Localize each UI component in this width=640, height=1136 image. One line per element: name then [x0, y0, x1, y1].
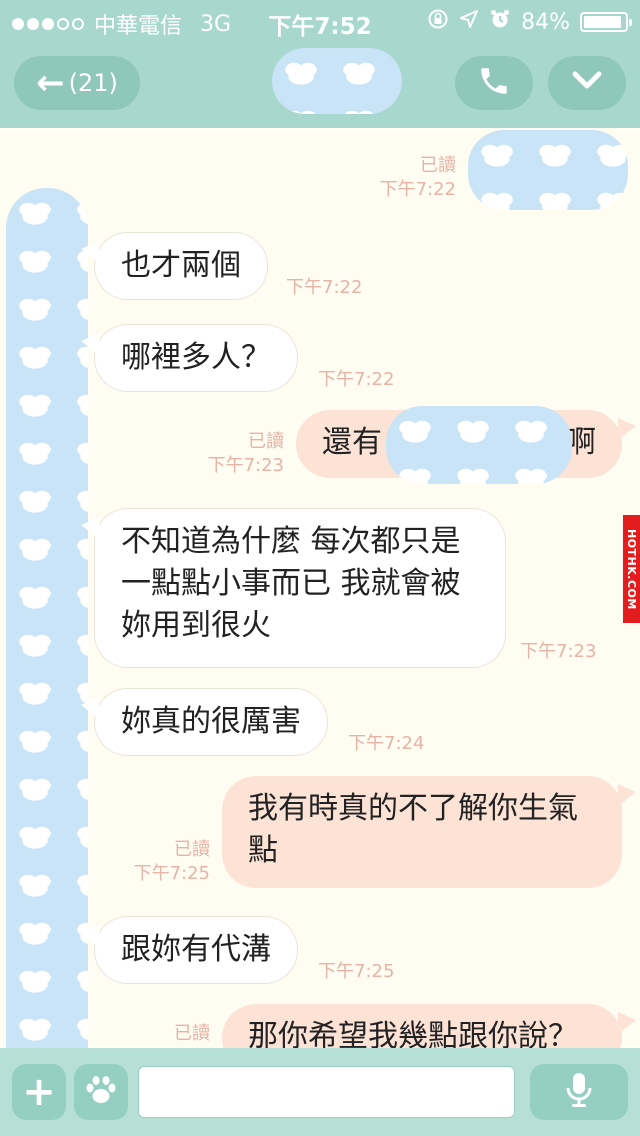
message-bubble-incoming[interactable]: 也才兩個	[81, 232, 268, 300]
message-time: 下午7:24	[348, 733, 425, 754]
read-receipt: 已讀	[420, 155, 456, 176]
arrow-left-icon: ←	[36, 63, 65, 103]
message-text: 還有	[322, 425, 382, 460]
message-time: 下午7:25	[318, 961, 395, 982]
chevron-down-icon	[570, 69, 604, 97]
plus-icon: +	[22, 1069, 56, 1115]
call-button[interactable]	[455, 56, 533, 110]
chat-title-masked	[272, 48, 402, 114]
menu-button[interactable]	[548, 56, 626, 110]
chat-area[interactable]: 已讀 下午7:22 也才兩個 下午7:22 哪裡多人？ 下午7:22 還有 啊 …	[0, 128, 640, 1048]
microphone-icon	[564, 1071, 594, 1113]
message-time: 下午7:22	[379, 179, 456, 200]
battery-percent: 84%	[521, 9, 570, 35]
message-bubble-outgoing[interactable]: 那你希望我幾點跟你說？	[222, 1004, 636, 1048]
message-text-masked	[386, 406, 572, 484]
message-bubble-incoming[interactable]: 哪裡多人？	[81, 324, 298, 392]
input-bar: +	[0, 1048, 640, 1136]
phone-icon	[477, 64, 511, 102]
message-bubble-incoming[interactable]: 不知道為什麼 每次都只是一點點小事而已 我就會被妳用到很火	[81, 508, 506, 668]
back-button[interactable]: ← (21)	[14, 56, 140, 110]
message-time: 下午7:23	[207, 455, 284, 476]
unread-count: (21)	[68, 69, 118, 97]
message-time: 下午7:25	[133, 863, 210, 884]
battery-icon	[580, 12, 632, 32]
read-receipt: 已讀	[174, 1023, 210, 1044]
site-watermark: HOTHK.COM	[623, 515, 640, 623]
message-time: 下午7:22	[286, 277, 363, 298]
attach-plus-button[interactable]: +	[12, 1064, 66, 1120]
voice-button[interactable]	[530, 1064, 628, 1120]
top-bar: 中華電信 3G 下午7:52 84% ← (21)	[0, 0, 640, 128]
message-bubble-masked	[468, 130, 628, 210]
alarm-clock-icon	[489, 8, 511, 36]
rotation-lock-icon	[427, 8, 449, 36]
message-time: 下午7:23	[520, 641, 597, 662]
status-bar: 中華電信 3G 下午7:52 84%	[0, 0, 640, 40]
avatar-masked	[6, 188, 88, 1048]
message-bubble-incoming[interactable]: 跟妳有代溝	[81, 916, 298, 984]
paw-icon	[83, 1073, 119, 1111]
sticker-button[interactable]	[74, 1064, 128, 1120]
message-bubble-outgoing[interactable]: 我有時真的不了解你生氣點	[222, 776, 636, 888]
location-arrow-icon	[459, 9, 479, 35]
read-receipt: 已讀	[248, 431, 284, 452]
read-receipt: 已讀	[174, 839, 210, 860]
message-time: 下午7:22	[318, 369, 395, 390]
message-bubble-incoming[interactable]: 妳真的很厲害	[81, 688, 328, 756]
message-input[interactable]	[138, 1066, 515, 1118]
